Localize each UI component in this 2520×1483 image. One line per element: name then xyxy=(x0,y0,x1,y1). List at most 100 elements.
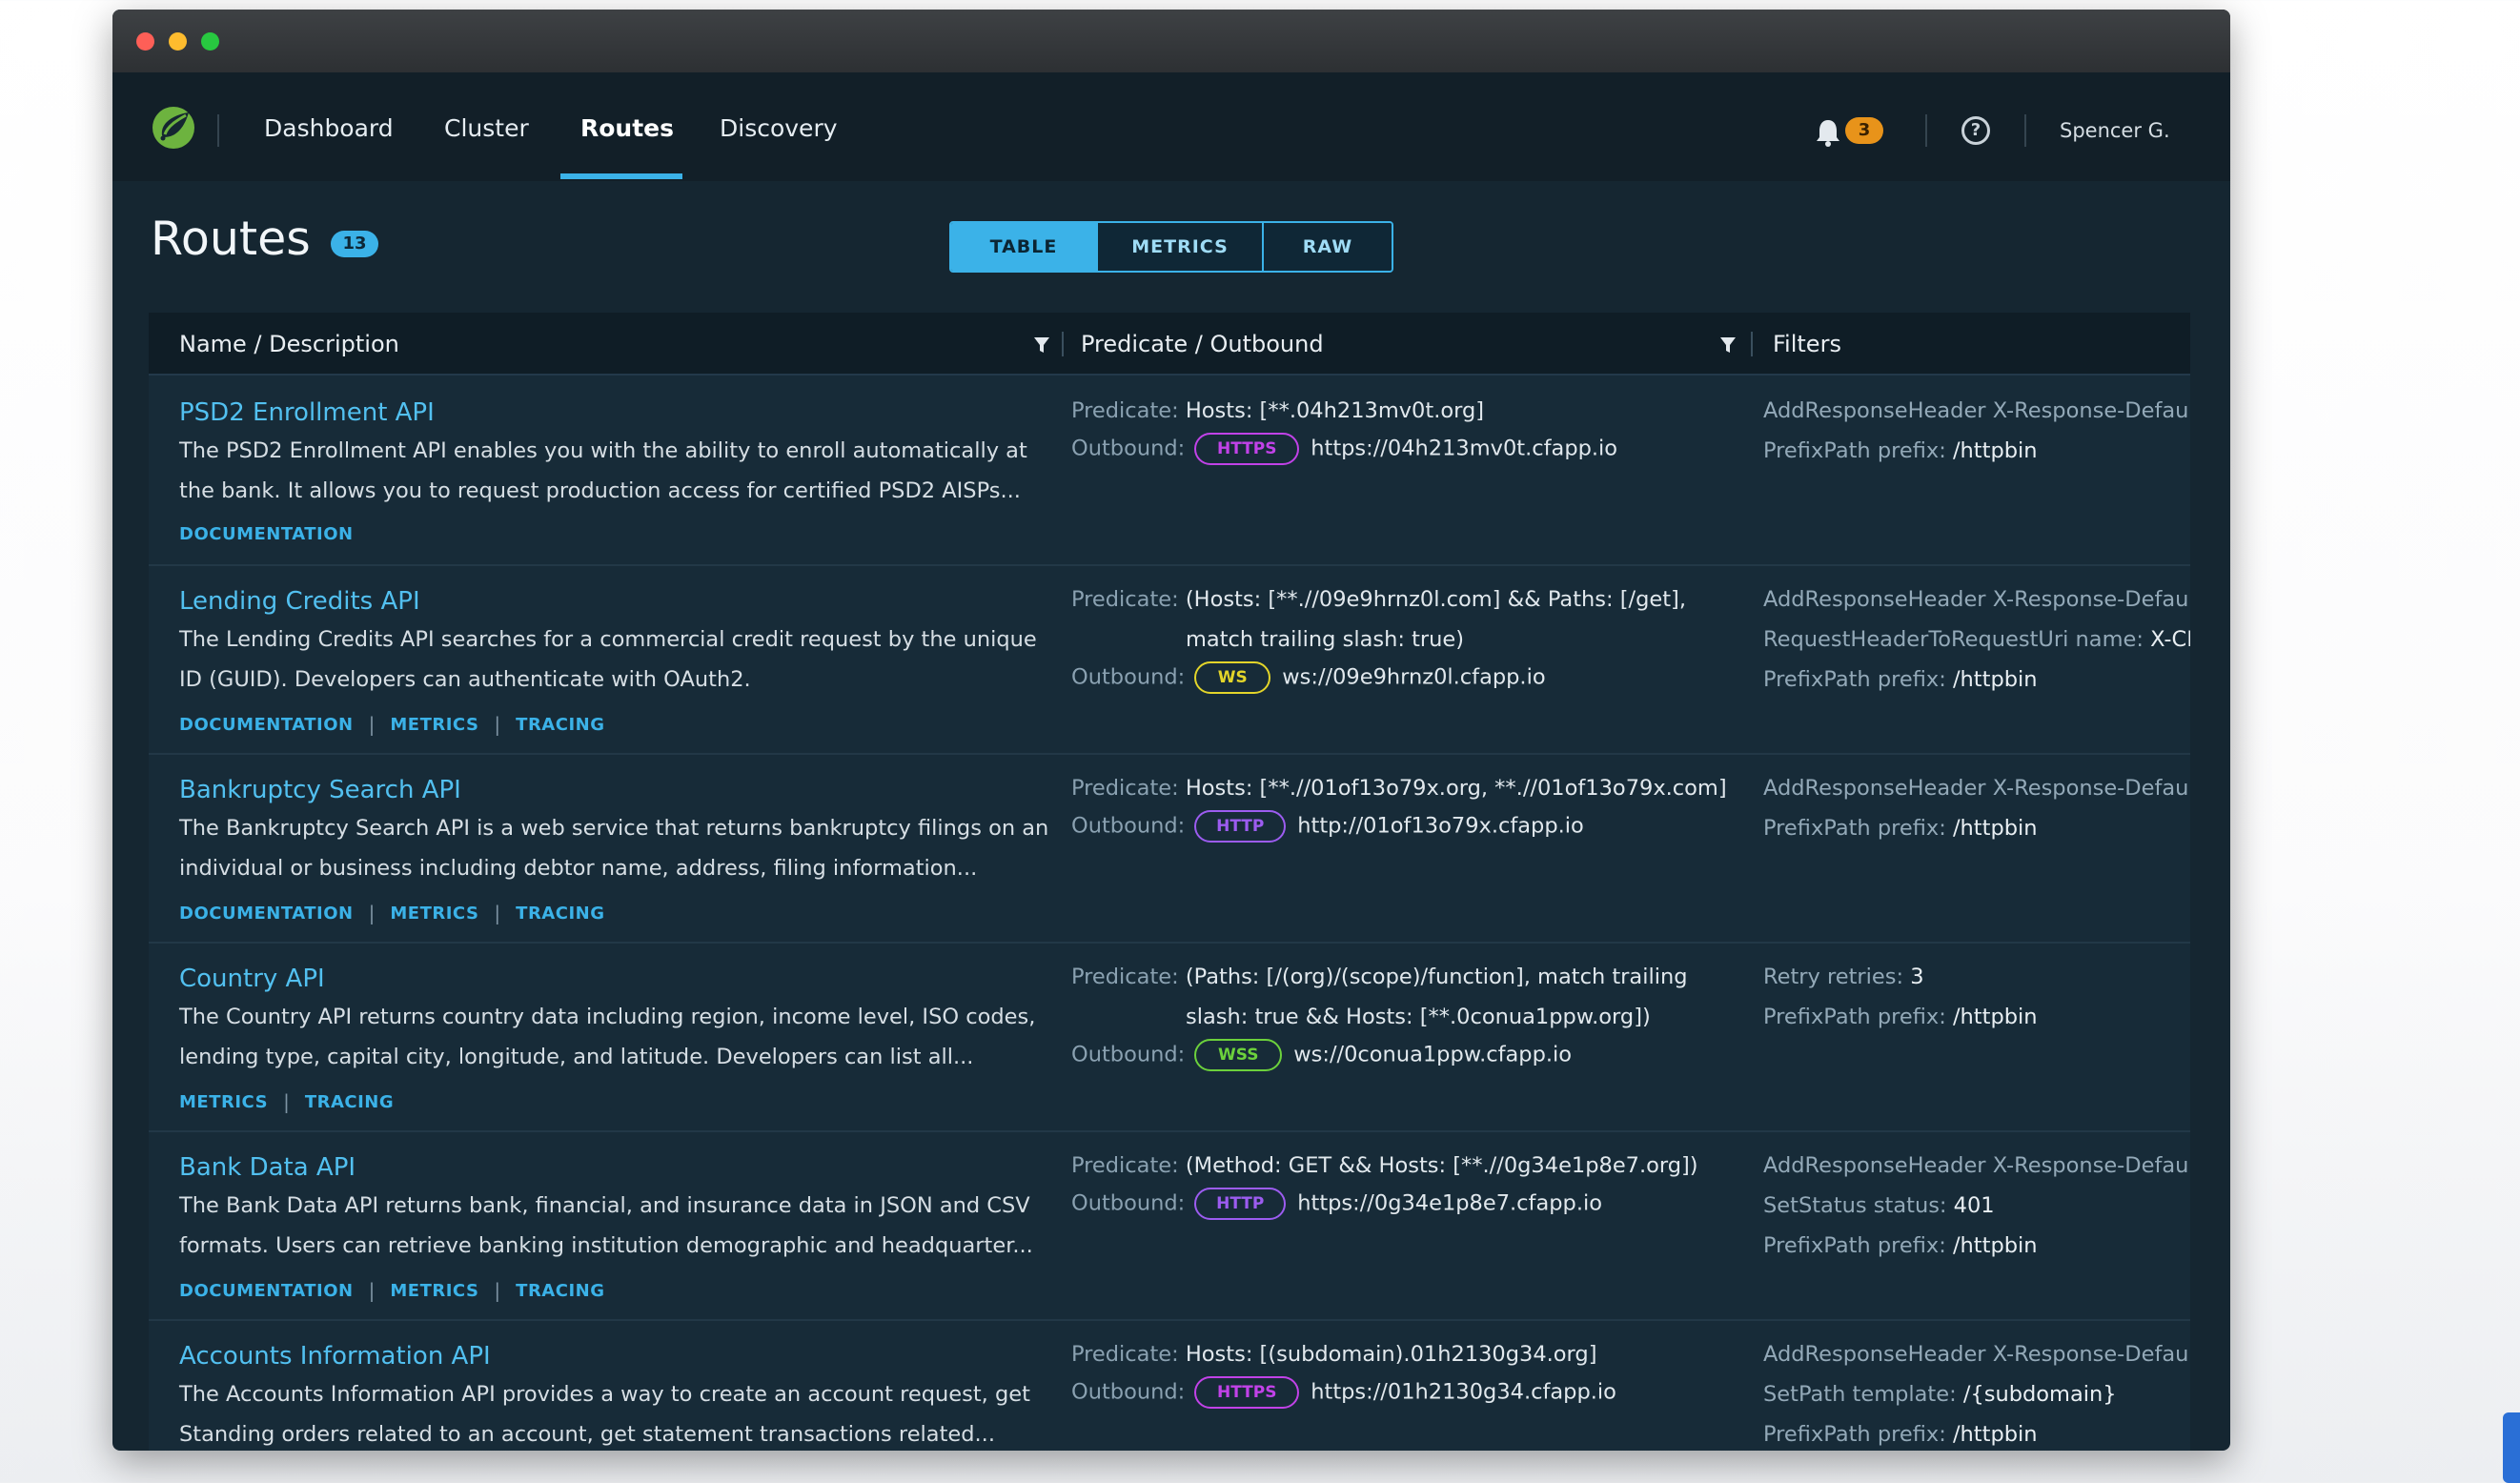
outbound-url[interactable]: ws://0conua1ppw.cfapp.io xyxy=(1293,1043,1572,1067)
predicate-continuation: match trailing slash: true) xyxy=(1186,627,1465,652)
table-row[interactable]: Bankruptcy Search API The Bankruptcy Sear… xyxy=(149,755,2190,944)
predicate-line: Predicate: Hosts: [**.//01of13o79x.org, … xyxy=(1071,776,1727,801)
table-row[interactable]: Bank Data API The Bank Data API returns b… xyxy=(149,1132,2190,1321)
link-separator: | xyxy=(283,1090,290,1113)
api-name-link[interactable]: Bankruptcy Search API xyxy=(179,776,461,804)
tracing-link[interactable]: TRACING xyxy=(305,1092,394,1112)
filter-entry: Retry retries: 3 xyxy=(1763,965,1924,989)
filters-cell: AddResponseHeader X-Response-Default-Foo… xyxy=(1763,566,2190,753)
close-window-button[interactable] xyxy=(136,32,154,51)
filter-entry: PrefixPath prefix: /httpbin xyxy=(1763,1422,2038,1447)
table-row[interactable]: Lending Credits API The Lending Credits A… xyxy=(149,566,2190,755)
outbound-url[interactable]: https://01h2130g34.cfapp.io xyxy=(1311,1380,1616,1405)
predicate-cell: Predicate: (Method: GET && Hosts: [**.//… xyxy=(1071,1132,1729,1319)
predicate-label: Predicate: xyxy=(1071,965,1179,989)
predicate-value: Hosts: [**.//01of13o79x.org, **.//01of13… xyxy=(1185,776,1727,801)
tracing-link[interactable]: TRACING xyxy=(516,715,604,735)
filter-entry: PrefixPath prefix: /httpbin xyxy=(1763,438,2038,463)
table-row[interactable]: Accounts Information API The Accounts Inf… xyxy=(149,1321,2190,1451)
outbound-url[interactable]: https://04h213mv0t.cfapp.io xyxy=(1311,437,1617,461)
column-header-filters[interactable]: Filters xyxy=(1773,331,1841,357)
filter-entry: PrefixPath prefix: /httpbin xyxy=(1763,1005,2038,1029)
column-header-name[interactable]: Name / Description xyxy=(179,331,399,357)
api-name-link[interactable]: Country API xyxy=(179,965,325,993)
protocol-badge: HTTP xyxy=(1194,1188,1287,1220)
metrics-link[interactable]: METRICS xyxy=(390,715,478,735)
filter-entry: PrefixPath prefix: /httpbin xyxy=(1763,816,2038,841)
nav-divider xyxy=(1925,114,1927,147)
help-icon[interactable]: ? xyxy=(1961,116,1990,145)
minimize-window-button[interactable] xyxy=(169,32,187,51)
api-description: individual or business including debtor … xyxy=(179,856,978,881)
api-name-link[interactable]: PSD2 Enrollment API xyxy=(179,398,435,427)
filter-entry: AddResponseHeader X-Response-Default-Foo xyxy=(1763,587,2190,612)
outbound-url[interactable]: ws://09e9hrnz0l.cfapp.io xyxy=(1282,665,1545,690)
documentation-link[interactable]: DOCUMENTATION xyxy=(179,524,354,544)
nav-discovery[interactable]: Discovery xyxy=(720,114,838,142)
nav-cluster[interactable]: Cluster xyxy=(444,114,529,142)
table-row[interactable]: PSD2 Enrollment API The PSD2 Enrollment A… xyxy=(149,377,2190,566)
predicate-label: Predicate: xyxy=(1071,1153,1179,1178)
filter-entry: AddResponseHeader X-Response-Default-Foo xyxy=(1763,1153,2190,1178)
table-header: Name / Description Predicate / Outbound … xyxy=(149,313,2190,376)
tracing-link[interactable]: TRACING xyxy=(516,904,604,924)
documentation-link[interactable]: DOCUMENTATION xyxy=(179,1281,354,1301)
api-name-link[interactable]: Bank Data API xyxy=(179,1153,356,1182)
link-separator: | xyxy=(494,902,501,924)
edge-widget-tab[interactable] xyxy=(2503,1412,2520,1483)
filter-value: /{subdomain} xyxy=(1962,1382,2117,1407)
name-cell: Accounts Information API The Accounts Inf… xyxy=(179,1321,1037,1451)
filter-value: X-CF-Forwarded-Url xyxy=(2150,627,2190,652)
documentation-link[interactable]: DOCUMENTATION xyxy=(179,715,354,735)
filter-entry: AddResponseHeader X-Response-Default-Foo xyxy=(1763,398,2190,423)
protocol-badge: HTTPS xyxy=(1194,1376,1300,1409)
filter-value: /httpbin xyxy=(1952,1005,2038,1029)
filter-entry: SetStatus status: 401 xyxy=(1763,1193,1995,1218)
protocol-badge: HTTP xyxy=(1194,810,1287,843)
zoom-window-button[interactable] xyxy=(201,32,219,51)
filter-entry: SetPath template: /{subdomain} xyxy=(1763,1382,2117,1407)
filter-value: /httpbin xyxy=(1952,816,2038,841)
user-menu[interactable]: Spencer G. xyxy=(2060,119,2170,142)
filter-funnel-icon[interactable] xyxy=(1033,335,1050,355)
predicate-value: Hosts: [**.04h213mv0t.org] xyxy=(1185,398,1485,423)
predicate-label: Predicate: xyxy=(1071,587,1179,612)
nav-dashboard[interactable]: Dashboard xyxy=(264,114,394,142)
api-links: METRICS | TRACING xyxy=(179,1090,394,1113)
column-header-predicate[interactable]: Predicate / Outbound xyxy=(1081,331,1324,357)
api-name-link[interactable]: Accounts Information API xyxy=(179,1342,491,1371)
app-window: Dashboard Cluster Routes Discovery 3 ? S… xyxy=(112,10,2230,1451)
view-metrics-button[interactable]: METRICS xyxy=(1098,223,1264,271)
link-separator: | xyxy=(368,713,376,736)
bell-icon[interactable] xyxy=(1815,118,1841,147)
filter-funnel-icon[interactable] xyxy=(1719,335,1737,355)
metrics-link[interactable]: METRICS xyxy=(390,904,478,924)
filter-entry: AddResponseHeader X-Response-Default-Foo xyxy=(1763,1342,2190,1367)
link-separator: | xyxy=(494,713,501,736)
outbound-url[interactable]: http://01of13o79x.cfapp.io xyxy=(1297,814,1584,839)
outbound-label: Outbound: xyxy=(1071,1379,1186,1405)
tracing-link[interactable]: TRACING xyxy=(516,1281,604,1301)
protocol-badge: WS xyxy=(1194,661,1271,694)
notification-count-badge[interactable]: 3 xyxy=(1845,117,1883,144)
predicate-line: Predicate: Hosts: [(subdomain).01h2130g3… xyxy=(1071,1342,1596,1367)
documentation-link[interactable]: DOCUMENTATION xyxy=(179,904,354,924)
metrics-link[interactable]: METRICS xyxy=(390,1281,478,1301)
link-separator: | xyxy=(494,1279,501,1302)
api-links: DOCUMENTATION | METRICS | TRACING xyxy=(179,713,605,736)
api-name-link[interactable]: Lending Credits API xyxy=(179,587,420,616)
nav-divider xyxy=(217,114,219,147)
spring-logo-icon[interactable] xyxy=(151,105,196,151)
predicate-line: Predicate: (Hosts: [**.//09e9hrnz0l.com]… xyxy=(1071,587,1686,612)
filter-key: AddResponseHeader X-Response-Default-Foo xyxy=(1763,776,2190,801)
predicate-label: Predicate: xyxy=(1071,398,1179,423)
outbound-line: Outbound: HTTP http://01of13o79x.cfapp.io xyxy=(1071,810,1584,843)
view-raw-button[interactable]: RAW xyxy=(1264,223,1392,271)
nav-routes[interactable]: Routes xyxy=(580,114,674,142)
filter-key: PrefixPath prefix: xyxy=(1763,1005,1953,1029)
predicate-value: Hosts: [(subdomain).01h2130g34.org] xyxy=(1185,1342,1597,1367)
view-table-button[interactable]: TABLE xyxy=(951,223,1098,271)
metrics-link[interactable]: METRICS xyxy=(179,1092,268,1112)
table-row[interactable]: Country API The Country API returns count… xyxy=(149,944,2190,1132)
outbound-url[interactable]: https://0g34e1p8e7.cfapp.io xyxy=(1297,1191,1602,1216)
